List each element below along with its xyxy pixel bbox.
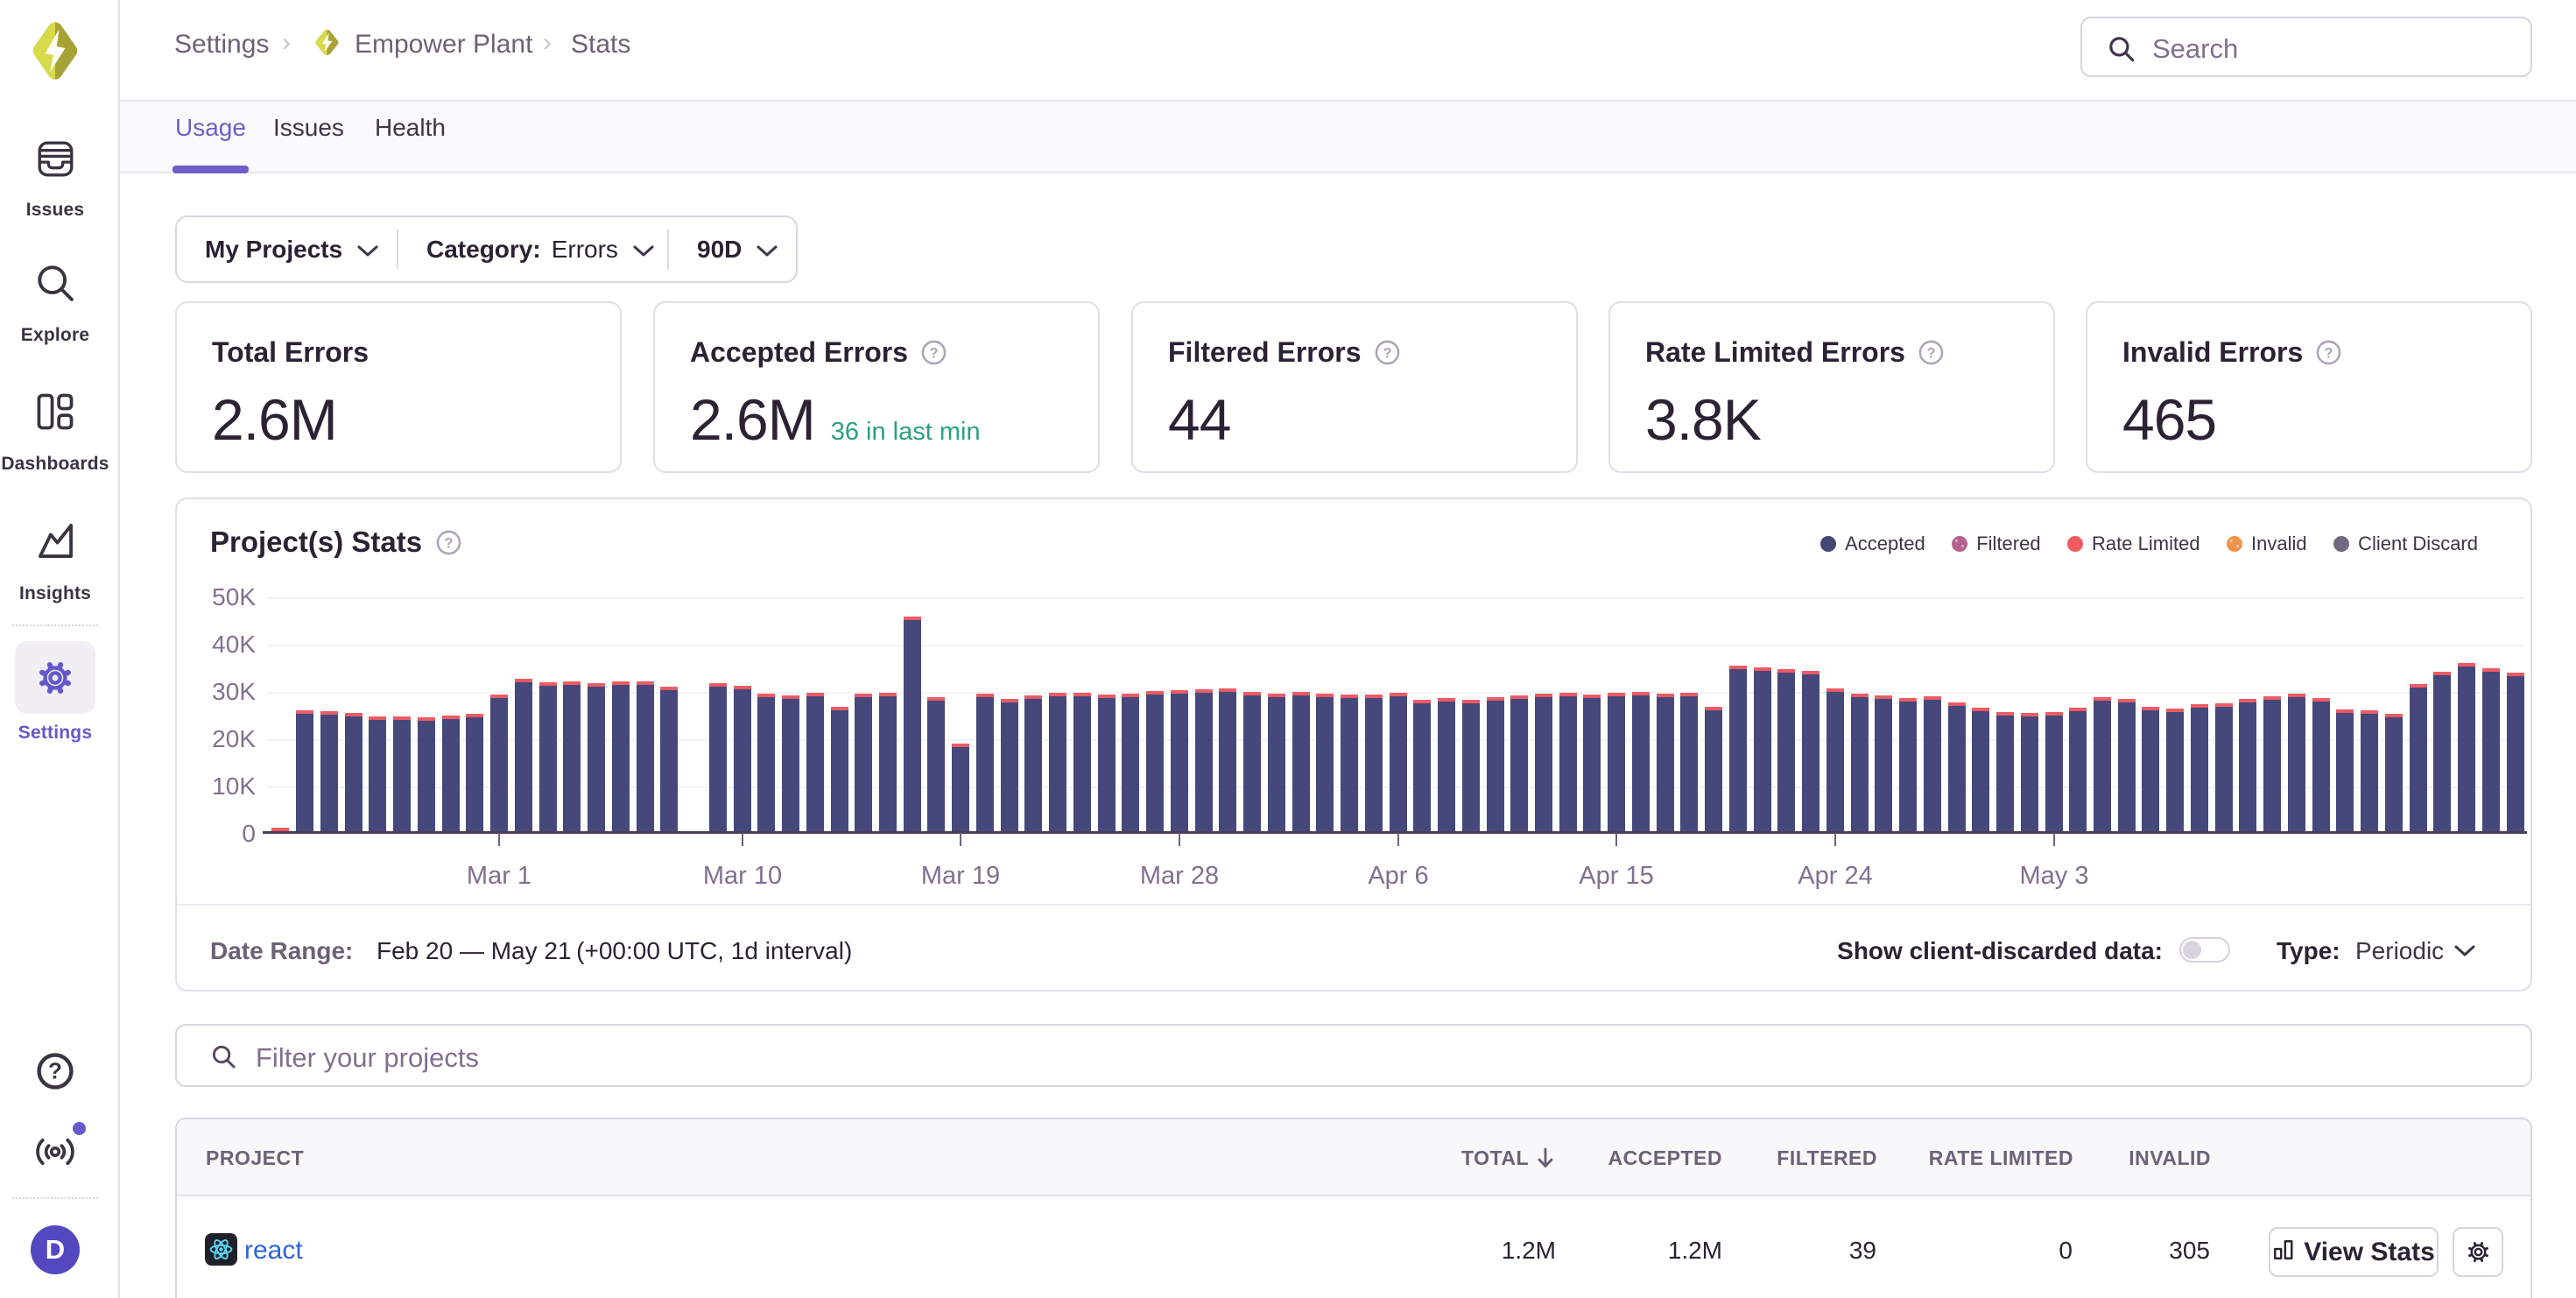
svg-text:?: ? [445, 535, 454, 551]
svg-text:?: ? [48, 1057, 62, 1083]
svg-text:?: ? [1383, 345, 1391, 361]
svg-text:?: ? [2325, 345, 2333, 361]
svg-text:?: ? [929, 345, 938, 361]
svg-text:?: ? [1926, 345, 1935, 361]
